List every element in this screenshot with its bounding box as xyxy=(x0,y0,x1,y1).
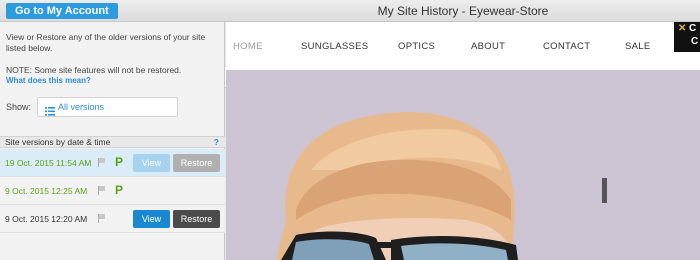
published-badge: P xyxy=(115,155,124,169)
version-filter-select[interactable]: All versions xyxy=(37,97,178,117)
nav-sale[interactable]: SALE xyxy=(625,41,651,52)
history-panel: View or Restore any of the older version… xyxy=(0,22,225,260)
close-icon[interactable]: ✕ xyxy=(678,23,686,34)
version-date: 19 Oct. 2015 11:54 AM xyxy=(5,158,92,168)
versions-list-title: Site versions by date & time xyxy=(5,137,111,147)
page-title: My Site History - Eyewear-Store xyxy=(377,4,549,18)
site-nav: HOME SUNGLASSES OPTICS ABOUT CONTACT SAL… xyxy=(226,22,700,70)
text-cursor xyxy=(602,178,607,203)
restore-button[interactable]: Restore xyxy=(173,154,220,172)
what-does-this-mean-link[interactable]: What does this mean? xyxy=(6,76,91,85)
view-button[interactable]: View xyxy=(133,210,170,228)
versions-list-header: Site versions by date & time ? xyxy=(0,136,225,148)
nav-optics[interactable]: OPTICS xyxy=(398,41,435,52)
list-icon xyxy=(45,103,55,116)
badge-letter: C xyxy=(691,36,699,47)
intro-text: View or Restore any of the older version… xyxy=(6,32,206,53)
site-preview: HOME SUNGLASSES OPTICS ABOUT CONTACT SAL… xyxy=(226,22,700,260)
flag-icon[interactable] xyxy=(98,186,106,195)
editor-badge[interactable]: ✕ C C xyxy=(674,22,700,52)
version-filter-value: All versions xyxy=(58,102,105,112)
nav-contact[interactable]: CONTACT xyxy=(543,41,590,52)
go-to-account-button[interactable]: Go to My Account xyxy=(6,3,118,19)
flag-icon[interactable] xyxy=(98,158,106,167)
view-button[interactable]: View xyxy=(133,154,170,172)
version-row[interactable]: 19 Oct. 2015 11:54 AM P View Restore xyxy=(0,149,225,177)
published-badge: P xyxy=(115,183,124,197)
flag-icon[interactable] xyxy=(98,214,106,223)
show-label: Show: xyxy=(6,102,32,112)
nav-home[interactable]: HOME xyxy=(233,41,263,52)
nav-sunglasses[interactable]: SUNGLASSES xyxy=(301,41,368,52)
hero-image xyxy=(276,112,518,260)
version-row[interactable]: 9 Oct. 2015 12:25 AM P xyxy=(0,177,225,205)
version-row[interactable]: 9 Oct. 2015 12:20 AM View Restore xyxy=(0,205,225,233)
version-date: 9 Oct. 2015 12:25 AM xyxy=(5,186,88,196)
version-date: 9 Oct. 2015 12:20 AM xyxy=(5,214,88,224)
help-icon[interactable]: ? xyxy=(214,137,219,148)
badge-letter: C xyxy=(689,23,697,34)
nav-about[interactable]: ABOUT xyxy=(471,41,505,52)
top-bar: Go to My Account My Site History - Eyewe… xyxy=(0,0,700,22)
note-text: NOTE: Some site features will not be res… xyxy=(6,65,182,75)
restore-button[interactable]: Restore xyxy=(173,210,220,228)
